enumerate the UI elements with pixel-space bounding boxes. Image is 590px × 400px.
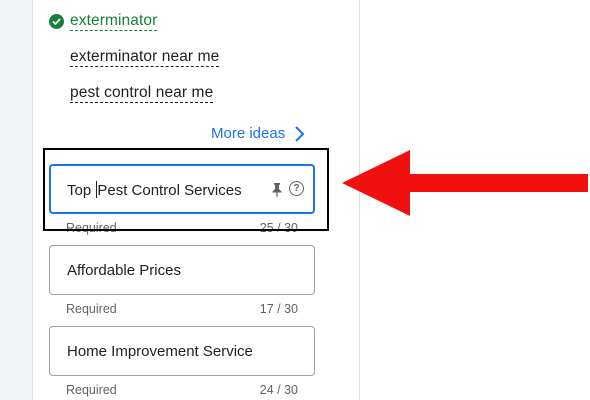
char-count: 17 / 30: [259, 302, 298, 316]
keyword-chip-exterminator-near-me[interactable]: exterminator near me: [70, 48, 220, 67]
headline-input-2[interactable]: Affordable Prices: [49, 245, 315, 295]
char-count: 24 / 30: [259, 383, 298, 397]
more-ideas-link[interactable]: More ideas: [211, 125, 285, 142]
highlight-box: [43, 148, 329, 231]
headline-value: Home Improvement Service: [67, 343, 253, 360]
red-arrow-icon: [342, 150, 588, 216]
keyword-label: exterminator near me: [70, 48, 220, 67]
check-circle-icon: [49, 14, 64, 29]
keyword-label: pest control near me: [70, 84, 214, 103]
keyword-label: exterminator: [70, 12, 158, 31]
helper-text: Required: [66, 302, 117, 316]
keyword-chip-exterminator[interactable]: exterminator: [70, 12, 158, 31]
headline-input-3[interactable]: Home Improvement Service: [49, 326, 315, 376]
left-gutter: [0, 0, 32, 400]
headline-value: Affordable Prices: [67, 262, 181, 279]
keyword-chip-pest-control-near-me[interactable]: pest control near me: [70, 84, 214, 103]
chevron-right-icon[interactable]: [293, 125, 307, 143]
helper-text: Required: [66, 383, 117, 397]
